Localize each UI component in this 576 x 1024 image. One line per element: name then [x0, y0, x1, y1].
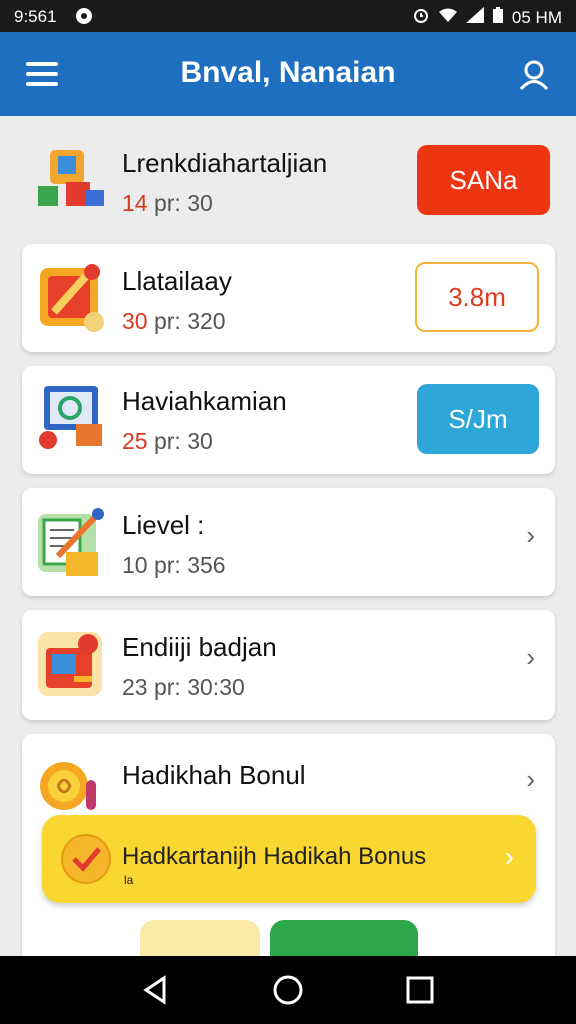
item-subtitle: 10 pr: 356 — [122, 552, 226, 579]
app-bar: Bnval, Nanaian — [0, 32, 576, 116]
item-number: 23 — [122, 674, 148, 700]
bonus-text: Hadkartanijh Hadikah Bonus — [122, 843, 427, 870]
status-time: 9:561 — [14, 7, 57, 26]
bonus-banner[interactable]: Hadkartanijh Hadikah Bonus la › — [42, 815, 536, 903]
battery-icon — [492, 7, 504, 28]
list-item[interactable]: Lievel : 10 pr: 356 › — [22, 488, 555, 596]
toy-blocks-icon — [36, 142, 108, 214]
item-subtitle: 23 pr: 30:30 — [122, 674, 245, 701]
back-icon[interactable] — [140, 974, 172, 1006]
page-title: Bnval, Nanaian — [180, 56, 396, 89]
computer-screen-icon — [36, 382, 108, 454]
item-number: 14 — [122, 190, 148, 216]
notepad-pencil-icon — [36, 506, 108, 578]
item-subtitle: 14 pr: 30 — [122, 190, 213, 217]
recents-icon[interactable] — [404, 974, 436, 1006]
item-number: 30 — [122, 308, 148, 334]
item-title: Lrenkdiahartaljian — [122, 148, 328, 178]
bottom-left-button[interactable] — [140, 920, 260, 956]
item-title: Hadikhah Bonul — [122, 760, 306, 790]
item-sub-text: pr: 320 — [153, 308, 226, 334]
bonus-small-text: la — [124, 873, 134, 887]
item-sub-text: pr: 30 — [153, 428, 213, 454]
bottom-right-button[interactable] — [270, 920, 418, 956]
item-sub-text: pr: 30:30 — [153, 674, 245, 700]
system-nav-bar — [0, 956, 576, 1024]
item-subtitle: 30 pr: 320 — [122, 308, 226, 335]
checkmark-badge-icon — [60, 833, 112, 885]
signal-icon — [465, 7, 484, 28]
item-subtitle: 25 pr: 30 — [122, 428, 213, 455]
list-item[interactable]: Llatailaay 30 pr: 320 3.8m — [22, 244, 555, 352]
item-number: 10 — [122, 552, 148, 578]
chevron-right-icon: › — [504, 841, 514, 872]
notification-icon — [76, 8, 92, 24]
item-sub-text: pr: 30 — [153, 190, 213, 216]
list-item[interactable]: Endiiji badjan 23 pr: 30:30 › — [22, 610, 555, 720]
item-action-button[interactable]: S/Jm — [417, 384, 539, 454]
cash-register-icon — [36, 628, 108, 700]
item-title: Lievel : — [122, 510, 205, 540]
item-action-button[interactable]: SANa — [417, 145, 550, 215]
coin-medal-icon — [36, 752, 108, 824]
chevron-right-icon: › — [526, 520, 535, 550]
list-item[interactable]: Haviahkamian 25 pr: 30 S/Jm — [22, 366, 555, 474]
alarm-icon — [412, 6, 430, 29]
item-sub-text: pr: 356 — [153, 552, 226, 578]
item-action-button[interactable]: 3.8m — [415, 262, 539, 332]
account-icon[interactable] — [518, 58, 550, 91]
item-number: 25 — [122, 428, 148, 454]
item-title: Llatailaay — [122, 266, 232, 296]
chevron-right-icon: › — [526, 642, 535, 672]
paint-tool-icon — [36, 262, 108, 334]
item-title: Endiiji badjan — [122, 632, 277, 662]
item-title: Haviahkamian — [122, 386, 287, 416]
status-bar: 9:561 05 HM — [0, 0, 576, 32]
home-icon[interactable] — [272, 974, 304, 1006]
list-item[interactable]: Lrenkdiahartaljian 14 pr: 30 SANa — [22, 130, 555, 230]
status-right-text: 05 HM — [511, 7, 562, 27]
wifi-icon — [438, 7, 458, 28]
chevron-right-icon: › — [526, 764, 535, 794]
